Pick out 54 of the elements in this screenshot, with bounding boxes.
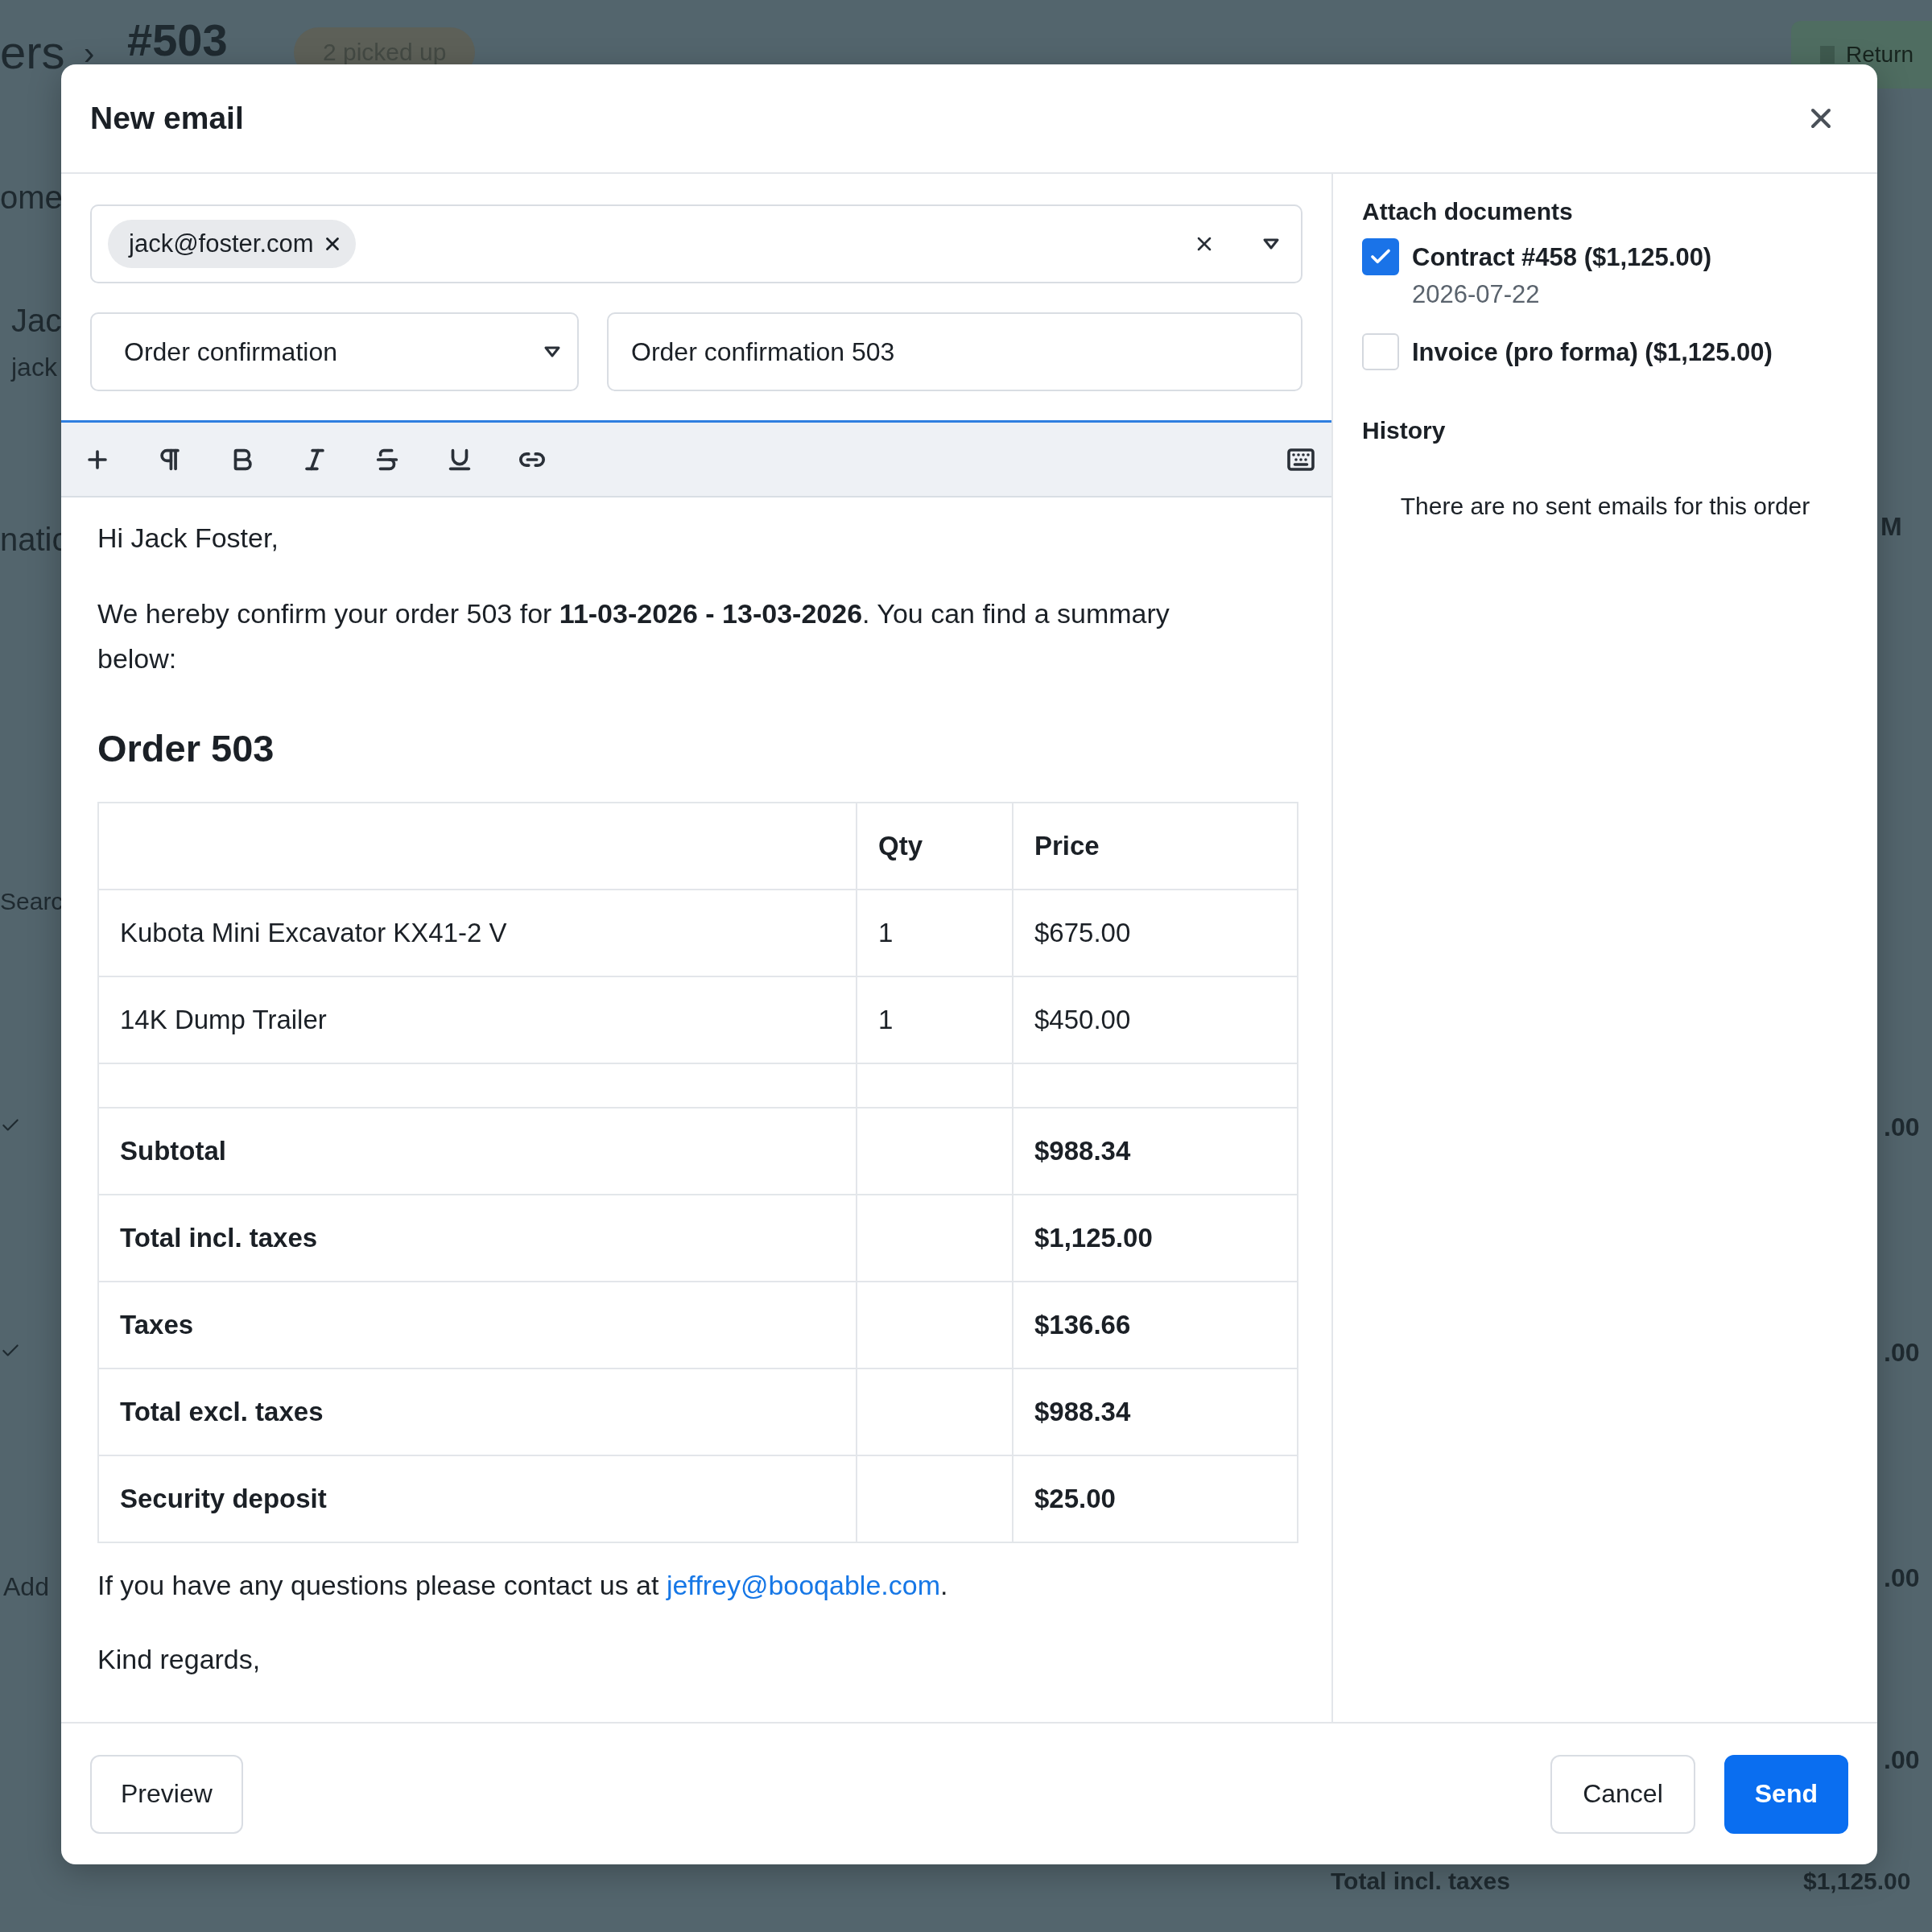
page-text: Searc bbox=[0, 890, 64, 914]
attach-title: Attach documents bbox=[1362, 198, 1574, 225]
table-cell: $450.00 bbox=[1013, 976, 1298, 1063]
caret-icon bbox=[543, 345, 561, 358]
page-text: .00 bbox=[1884, 1565, 1920, 1591]
document-label: Invoice (pro forma) ($1,125.00) bbox=[1412, 338, 1773, 367]
table-cell: $136.66 bbox=[1013, 1282, 1298, 1368]
table-cell: $988.34 bbox=[1013, 1368, 1298, 1455]
dialog-title: New email bbox=[90, 101, 244, 136]
table-cell: 14K Dump Trailer bbox=[98, 976, 857, 1063]
table-cell: Subtotal bbox=[98, 1108, 857, 1195]
column-header: Price bbox=[1013, 803, 1298, 890]
recipient-field[interactable]: jack@foster.com bbox=[90, 204, 1302, 283]
page-text: Add bbox=[3, 1574, 49, 1600]
table-cell: Total incl. taxes bbox=[98, 1195, 857, 1282]
contact-text: If you have any questions please contact us at jeffrey@booqable.com. bbox=[97, 1569, 949, 1602]
order-number: #503 bbox=[127, 18, 228, 63]
table-cell: $1,125.00 bbox=[1013, 1195, 1298, 1282]
page-text: .00 bbox=[1884, 1340, 1920, 1365]
page-text: M bbox=[1880, 514, 1902, 539]
column-header: Qty bbox=[857, 803, 1013, 890]
document-date: 2026-07-22 bbox=[1412, 280, 1541, 309]
table-cell: Kubota Mini Excavator KX41-2 V bbox=[98, 890, 857, 976]
total-label: Total incl. taxes bbox=[1331, 1869, 1510, 1893]
table-cell: 1 bbox=[857, 976, 1013, 1063]
table-cell: Security deposit bbox=[98, 1455, 857, 1542]
recipient-chip[interactable]: jack@foster.com bbox=[108, 220, 356, 268]
page-text: Jac bbox=[11, 304, 62, 336]
empty-history-text: There are no sent emails for this order bbox=[1399, 493, 1811, 520]
page-text: jack bbox=[11, 354, 57, 380]
intro-text: We hereby confirm your order 503 for 11-03-2026 - 13-03-2026. You can find a summary below: bbox=[97, 597, 1170, 675]
total-value: $1,125.00 bbox=[1803, 1869, 1911, 1893]
closing-text: Kind regards, bbox=[97, 1643, 262, 1676]
table-cell: Total excl. taxes bbox=[98, 1368, 857, 1455]
send-button[interactable]: Send bbox=[1724, 1754, 1848, 1834]
history-title: History bbox=[1362, 417, 1447, 444]
table-cell: $675.00 bbox=[1013, 890, 1298, 976]
template-select[interactable]: Order confirmation bbox=[90, 312, 579, 391]
order-heading: Order 503 bbox=[97, 726, 275, 771]
table-cell: $988.34 bbox=[1013, 1108, 1298, 1195]
subject-field[interactable]: Order confirmation 503 bbox=[607, 312, 1302, 391]
page-text: .00 bbox=[1884, 1747, 1920, 1773]
table-cell: $25.00 bbox=[1013, 1455, 1298, 1542]
document-label: Contract #458 ($1,125.00) bbox=[1412, 243, 1712, 272]
page-text: .00 bbox=[1884, 1114, 1920, 1140]
page-text: ome bbox=[0, 181, 63, 213]
cancel-button[interactable]: Cancel bbox=[1550, 1754, 1695, 1834]
table-cell: Taxes bbox=[98, 1282, 857, 1368]
table-cell: 1 bbox=[857, 890, 1013, 976]
greeting-text: Hi Jack Foster, bbox=[97, 522, 279, 555]
document-checkbox[interactable] bbox=[1362, 238, 1399, 275]
breadcrumb-separator: › bbox=[84, 37, 95, 69]
preview-button[interactable]: Preview bbox=[90, 1754, 243, 1834]
email-link[interactable]: jeffrey@booqable.com bbox=[666, 1570, 940, 1600]
